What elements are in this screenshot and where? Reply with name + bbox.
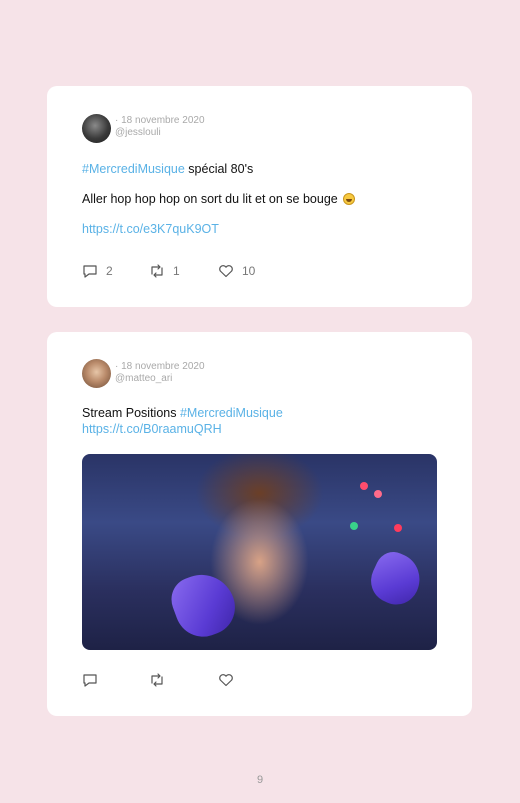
heart-icon (219, 265, 233, 278)
glove-shape (363, 546, 429, 612)
retweet-icon (151, 264, 163, 278)
page-number: 9 (256, 774, 264, 786)
avatar[interactable] (82, 359, 111, 388)
retweet-count: 1 (173, 264, 180, 278)
like-button[interactable] (218, 673, 242, 687)
tweet-text-line: #MercrediMusique spécial 80's (82, 162, 253, 176)
stage-light (350, 522, 358, 530)
hashtag-link[interactable]: #MercrediMusique (82, 162, 185, 176)
tweet-meta: · 18 novembre 2020 @jesslouli (115, 115, 205, 139)
grinning-emoji-icon (343, 193, 356, 205)
glove-shape (165, 565, 243, 645)
stage-light (374, 490, 382, 498)
user-handle[interactable]: @matteo_ari (115, 373, 205, 385)
reply-button[interactable]: 2 (82, 264, 113, 278)
stage-light (360, 482, 368, 490)
reply-icon (83, 265, 97, 278)
like-count: 10 (242, 264, 256, 278)
tweet-card: · 18 novembre 2020 @jesslouli #MercrediM… (47, 86, 472, 307)
hashtag-link[interactable]: #MercrediMusique (180, 406, 283, 420)
avatar[interactable] (82, 114, 111, 143)
heart-icon (219, 674, 233, 687)
reply-button[interactable] (82, 673, 106, 687)
like-button[interactable]: 10 (218, 264, 255, 278)
tweet-text: Aller hop hop hop on sort du lit et on s… (82, 192, 338, 206)
tweet-card: · 18 novembre 2020 @matteo_ari Stream Po… (47, 332, 472, 716)
tweet-text-line: Aller hop hop hop on sort du lit et on s… (82, 192, 356, 206)
tweet-date: · 18 novembre 2020 (115, 115, 205, 126)
user-handle[interactable]: @jesslouli (115, 127, 205, 139)
tweet-meta: · 18 novembre 2020 @matteo_ari (115, 361, 205, 385)
reply-icon (83, 674, 97, 687)
reply-count: 2 (106, 264, 113, 278)
tweet-text: spécial 80's (184, 162, 254, 176)
tweet-link[interactable]: https://t.co/e3K7quK9OT (82, 222, 219, 236)
retweet-button[interactable]: 1 (149, 264, 180, 278)
retweet-icon (151, 673, 163, 687)
tweet-image[interactable] (82, 454, 437, 650)
stage-light (394, 524, 402, 532)
tweet-text-line: Stream Positions #MercrediMusique (82, 406, 283, 420)
tweet-date: · 18 novembre 2020 (115, 361, 205, 372)
tweet-text: Stream Positions (82, 406, 180, 420)
tweet-link[interactable]: https://t.co/B0raamuQRH (82, 422, 222, 436)
retweet-button[interactable] (149, 673, 173, 687)
